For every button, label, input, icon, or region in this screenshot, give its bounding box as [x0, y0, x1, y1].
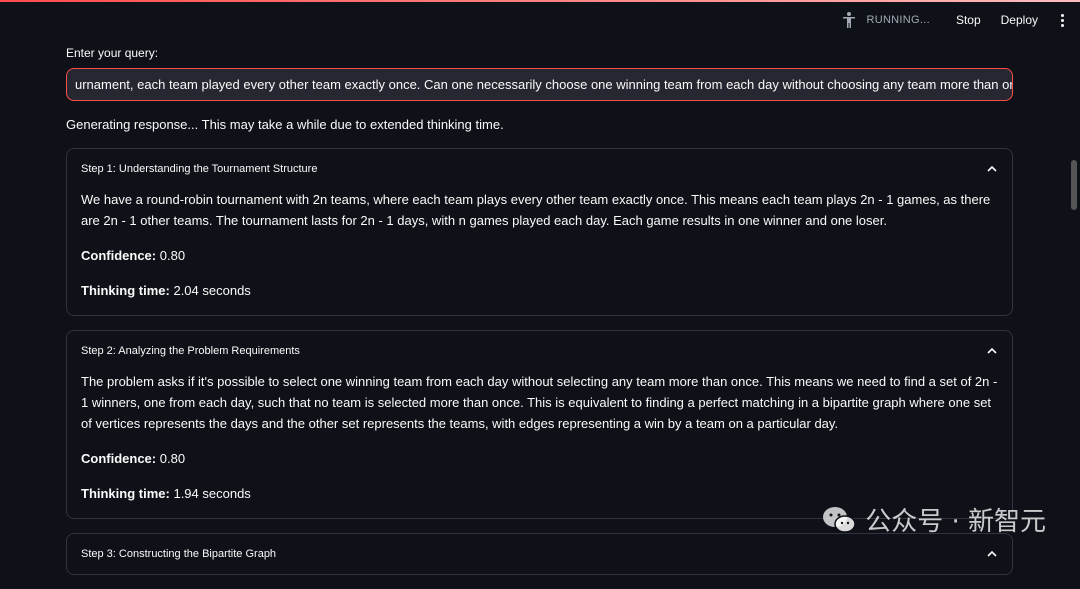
confidence-value: 0.80 [159, 451, 186, 466]
thinking-time-line: Thinking time: 2.04 seconds [81, 280, 998, 301]
stop-button[interactable]: Stop [946, 13, 991, 27]
step-body-1: We have a round-robin tournament with 2n… [67, 189, 1012, 315]
step-title: Step 3: Constructing the Bipartite Graph [81, 548, 277, 560]
thinking-time-value: 2.04 seconds [173, 283, 251, 298]
watermark-text: 公众号 · 新智元 [865, 507, 1046, 537]
status-text: Generating response... This may take a w… [66, 117, 504, 132]
query-label: Enter your query: [66, 46, 159, 60]
step-header-1[interactable]: Step 1: Understanding the Tournament Str… [67, 149, 1012, 189]
thinking-time-label: Thinking time: [81, 486, 170, 501]
step-expander-2: Step 2: Analyzing the Problem Requiremen… [66, 330, 1013, 519]
step-header-3[interactable]: Step 3: Constructing the Bipartite Graph [67, 534, 1012, 574]
step-title: Step 1: Understanding the Tournament Str… [81, 163, 318, 175]
step-expander-3: Step 3: Constructing the Bipartite Graph [66, 533, 1013, 575]
step-body-2: The problem asks if it's possible to sel… [67, 371, 1012, 518]
chevron-up-icon [987, 347, 997, 354]
step-header-2[interactable]: Step 2: Analyzing the Problem Requiremen… [67, 331, 1012, 371]
confidence-value: 0.80 [159, 248, 186, 263]
running-indicator: RUNNING... [840, 11, 930, 29]
step-content: The problem asks if it's possible to sel… [81, 374, 998, 431]
watermark: 公众号 · 新智元 [821, 501, 1046, 538]
thinking-time-value: 1.94 seconds [173, 486, 251, 501]
confidence-label: Confidence: [81, 248, 157, 263]
scrollbar[interactable] [1071, 160, 1077, 210]
running-label: RUNNING... [866, 14, 930, 26]
deploy-button[interactable]: Deploy [991, 13, 1048, 27]
kebab-menu-icon[interactable] [1054, 13, 1070, 27]
query-input[interactable]: urnament, each team played every other t… [66, 68, 1013, 101]
running-man-icon [843, 12, 856, 28]
thinking-time-label: Thinking time: [81, 283, 170, 298]
wechat-icon [823, 506, 856, 533]
step-content: We have a round-robin tournament with 2n… [81, 192, 991, 228]
step-expander-1: Step 1: Understanding the Tournament Str… [66, 148, 1013, 316]
confidence-label: Confidence: [81, 451, 157, 466]
step-title: Step 2: Analyzing the Problem Requiremen… [81, 345, 300, 357]
chevron-up-icon [987, 165, 997, 172]
confidence-line: Confidence: 0.80 [81, 245, 998, 266]
confidence-line: Confidence: 0.80 [81, 448, 998, 469]
toolbar: RUNNING... Stop Deploy [840, 0, 1080, 40]
chevron-up-icon [987, 550, 997, 557]
